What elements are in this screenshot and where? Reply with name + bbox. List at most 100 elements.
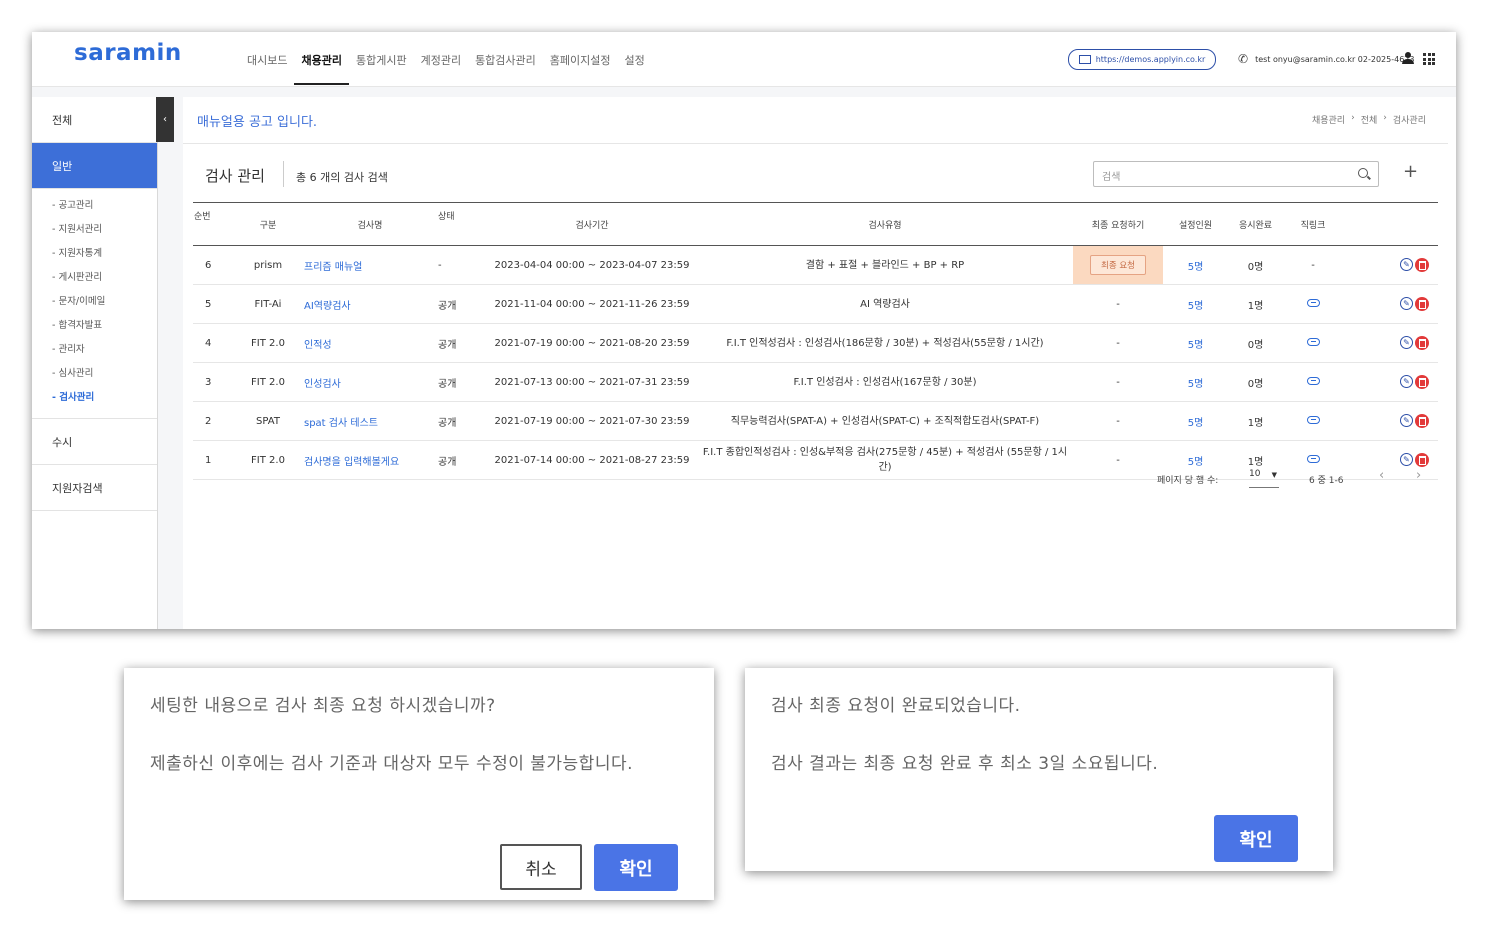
- sidebar-item-general[interactable]: 일반: [32, 143, 157, 189]
- assigned-count-link[interactable]: 5명: [1163, 362, 1228, 402]
- ok-button[interactable]: 확인: [1214, 815, 1298, 862]
- page-range: 6 중 1-6: [1309, 476, 1344, 486]
- test-period: 2021-11-04 00:00 ~ 2021-11-26 23:59: [487, 284, 697, 324]
- delete-icon[interactable]: [1415, 453, 1429, 467]
- add-test-button[interactable]: +: [1403, 161, 1418, 182]
- sidebar-item-all[interactable]: 전체: [32, 97, 157, 143]
- test-name-link[interactable]: 검사명을 입력해볼게요: [303, 440, 437, 480]
- delete-icon[interactable]: [1415, 258, 1429, 272]
- column-header-actions: [1343, 202, 1438, 246]
- trash-glyph: [1418, 416, 1426, 426]
- final-request-status: -: [1073, 284, 1163, 324]
- nav-item[interactable]: 통합검사관리: [468, 32, 543, 86]
- site-url-text: https://demos.applyin.co.kr: [1095, 55, 1206, 64]
- confirm-button[interactable]: 확인: [594, 844, 678, 891]
- sidebar-collapse-button[interactable]: ‹: [156, 97, 174, 142]
- test-name-link[interactable]: spat 검사 테스트: [303, 401, 437, 441]
- link-icon[interactable]: [1306, 337, 1320, 346]
- test-name-link[interactable]: AI역량검사: [303, 284, 437, 324]
- nav-item[interactable]: 대시보드: [240, 32, 294, 86]
- sidebar-subitem[interactable]: - 문자/이메일: [52, 290, 157, 314]
- row-number: 5: [193, 284, 233, 324]
- test-name-link[interactable]: 인적성: [303, 323, 437, 363]
- link-icon[interactable]: [1306, 415, 1320, 424]
- test-kind: FIT-Ai: [233, 284, 303, 324]
- edit-icon[interactable]: ✎: [1400, 258, 1413, 271]
- edit-icon[interactable]: ✎: [1400, 297, 1413, 310]
- nav-item[interactable]: 채용관리: [294, 32, 349, 85]
- column-header: 검사유형: [697, 202, 1073, 246]
- column-header: 설정인원: [1163, 202, 1228, 246]
- assigned-count-link[interactable]: 5명: [1163, 245, 1228, 285]
- contact-info: ✆ test onyu@saramin.co.kr 02-2025-4623: [1238, 52, 1414, 66]
- sidebar-subitem[interactable]: - 합격자발표: [52, 314, 157, 338]
- column-header: 순번: [193, 202, 233, 246]
- action-group: ✎: [1344, 453, 1437, 467]
- action-group: ✎: [1344, 258, 1437, 272]
- test-period: 2021-07-19 00:00 ~ 2021-08-20 23:59: [487, 323, 697, 363]
- search-input[interactable]: 검색: [1093, 161, 1379, 187]
- delete-icon[interactable]: [1415, 414, 1429, 428]
- table-row[interactable]: 3 FIT 2.0 인성검사 공개 2021-07-13 00:00 ~ 2021-07…: [193, 362, 1438, 402]
- link-icon[interactable]: [1306, 298, 1320, 307]
- link-icon[interactable]: [1306, 454, 1320, 463]
- prev-page-button[interactable]: ‹: [1379, 468, 1384, 483]
- edit-icon[interactable]: ✎: [1400, 414, 1413, 427]
- sidebar-submenu: - 공고관리 - 지원서관리 - 지원자통계 - 게시판관리 - 문자/이메일 - 합격자…: [32, 189, 157, 419]
- sidebar-subitem[interactable]: - 심사관리: [52, 362, 157, 386]
- test-name-link[interactable]: 인성검사: [303, 362, 437, 402]
- row-actions: ✎: [1343, 245, 1438, 285]
- assigned-count-link[interactable]: 5명: [1163, 284, 1228, 324]
- final-request-status: -: [1073, 323, 1163, 363]
- edit-icon[interactable]: ✎: [1400, 375, 1413, 388]
- link-icon[interactable]: [1306, 376, 1320, 385]
- nav-item[interactable]: 설정: [618, 32, 652, 86]
- cancel-button[interactable]: 취소: [500, 844, 582, 890]
- site-url-link[interactable]: https://demos.applyin.co.kr: [1068, 49, 1216, 70]
- column-header: 구분: [233, 202, 303, 246]
- edit-icon[interactable]: ✎: [1400, 336, 1413, 349]
- assigned-count-link[interactable]: 5명: [1163, 323, 1228, 363]
- table-row[interactable]: 5 FIT-Ai AI역량검사 공개 2021-11-04 00:00 ~ 2021-1…: [193, 284, 1438, 324]
- assigned-count-link[interactable]: 5명: [1163, 401, 1228, 441]
- final-request-button[interactable]: 최종 요청: [1090, 255, 1146, 275]
- test-period: 2021-07-19 00:00 ~ 2021-07-30 23:59: [487, 401, 697, 441]
- completed-count: 0명: [1228, 245, 1283, 285]
- row-number: 1: [193, 440, 233, 480]
- delete-icon[interactable]: [1415, 336, 1429, 350]
- user-icon[interactable]: [1402, 52, 1414, 64]
- nav-item[interactable]: 계정관리: [414, 32, 468, 86]
- saramin-logo[interactable]: saramin: [74, 40, 182, 66]
- direct-link-cell: [1283, 401, 1343, 441]
- completion-dialog: 검사 최종 요청이 완료되었습니다. 검사 결과는 최종 요청 완료 후 최소 …: [745, 668, 1333, 871]
- final-request-status: -: [1073, 401, 1163, 441]
- delete-icon[interactable]: [1415, 375, 1429, 389]
- edit-icon[interactable]: ✎: [1400, 453, 1413, 466]
- sidebar-subitem[interactable]: - 검사관리: [52, 386, 157, 410]
- search-placeholder: 검색: [1102, 172, 1121, 183]
- apps-grid-icon[interactable]: [1423, 53, 1435, 65]
- sidebar-item-applicant-search[interactable]: 지원자검색: [32, 465, 157, 511]
- breadcrumb-item[interactable]: 전체: [1361, 113, 1378, 126]
- search-icon[interactable]: [1358, 168, 1368, 178]
- sidebar-subitem[interactable]: - 공고관리: [52, 194, 157, 218]
- sidebar-subitem[interactable]: - 게시판관리: [52, 266, 157, 290]
- table-row[interactable]: 2 SPAT spat 검사 테스트 공개 2021-07-19 00:00 ~ 202…: [193, 401, 1438, 441]
- nav-item[interactable]: 홈페이지설정: [543, 32, 618, 86]
- completion-message: 검사 최종 요청이 완료되었습니다.: [771, 696, 1021, 716]
- breadcrumb-item[interactable]: 검사관리: [1393, 113, 1426, 126]
- direct-link-empty: -: [1283, 245, 1343, 285]
- delete-icon[interactable]: [1415, 297, 1429, 311]
- sidebar-item-rolling[interactable]: 수시: [32, 419, 157, 465]
- test-name-link[interactable]: 프리즘 매뉴얼: [303, 245, 437, 285]
- nav-item[interactable]: 통합게시판: [349, 32, 414, 86]
- row-actions: ✎: [1343, 284, 1438, 324]
- sidebar-subitem[interactable]: - 지원서관리: [52, 218, 157, 242]
- table-row[interactable]: 6 prism 프리즘 매뉴얼 -2023-04-04 00:00 ~ 2023-04…: [193, 245, 1438, 285]
- table-row[interactable]: 4 FIT 2.0 인적성 공개 2021-07-19 00:00 ~ 2021-08-…: [193, 323, 1438, 363]
- sidebar-subitem[interactable]: - 관리자: [52, 338, 157, 362]
- next-page-button[interactable]: ›: [1416, 468, 1421, 483]
- sidebar-subitem[interactable]: - 지원자통계: [52, 242, 157, 266]
- breadcrumb-item[interactable]: 채용관리: [1312, 113, 1345, 126]
- rows-per-page-select[interactable]: 10 ▼: [1249, 469, 1279, 488]
